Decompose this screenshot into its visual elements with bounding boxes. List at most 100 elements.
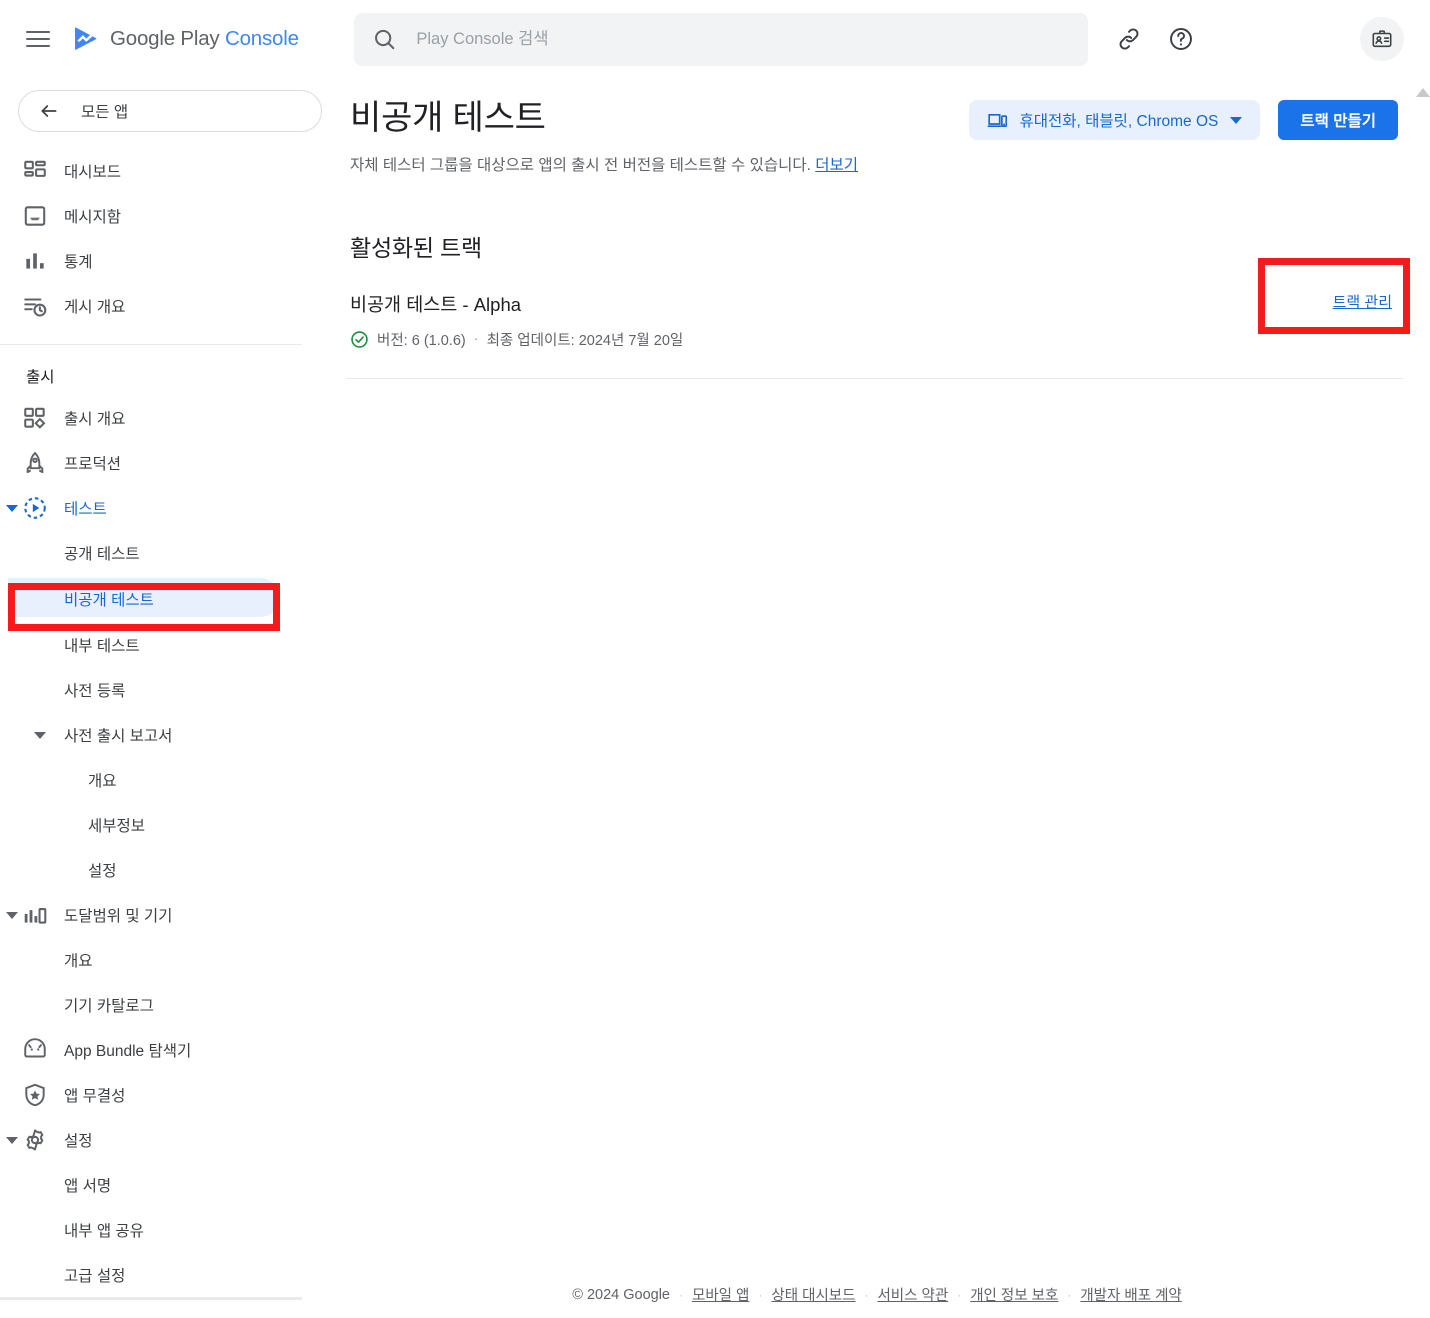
shield-star-icon — [25, 1083, 45, 1106]
sidebar-item-label: 내부 테스트 — [64, 637, 140, 655]
brand-google-play: Google Play — [110, 27, 220, 50]
footer-link-mobile-app[interactable]: 모바일 앱 — [692, 1284, 749, 1305]
sidebar-item-inbox[interactable]: 메시지함 — [0, 193, 340, 238]
brand-text: Google Play Console — [110, 27, 299, 51]
sidebar-item-open-testing[interactable]: 공개 테스트 — [0, 530, 340, 575]
vertical-scrollbar[interactable] — [1414, 78, 1430, 1318]
brand-console: Console — [224, 27, 299, 50]
sidebar-item-label: 내부 앱 공유 — [64, 1222, 144, 1240]
sidebar-item-label: 출시 개요 — [64, 410, 126, 428]
footer-separator: · — [1067, 1287, 1072, 1302]
device-filter-chip[interactable]: 휴대전화, 태블릿, Chrome OS — [968, 100, 1261, 140]
sidebar-item-dashboard[interactable]: 대시보드 — [0, 148, 340, 193]
sidebar-item-label: App Bundle 탐색기 — [64, 1042, 192, 1060]
search-input[interactable] — [416, 29, 1070, 49]
sidebar-item-pre-registration[interactable]: 사전 등록 — [0, 667, 340, 712]
content-divider — [346, 377, 1404, 379]
android-bundle-icon — [24, 1037, 46, 1057]
sidebar-item-plr-overview[interactable]: 개요 — [0, 757, 340, 802]
bar-chart-icon — [26, 252, 44, 269]
search-box[interactable] — [354, 12, 1088, 66]
create-track-button[interactable]: 트랙 만들기 — [1278, 100, 1398, 140]
sidebar-item-publishing-overview[interactable]: 게시 개요 — [0, 283, 340, 328]
page-header: 비공개 테스트 자체 테스터 그룹을 대상으로 앱의 출시 전 버전을 테스트할… — [340, 78, 1414, 175]
device-tablet-icon — [986, 113, 1007, 127]
track-last-update: 최종 업데이트: 2024년 7월 20일 — [486, 332, 684, 349]
sidebar-item-label: 사전 등록 — [64, 682, 126, 700]
sidebar-item-production[interactable]: 프로덕션 — [0, 440, 340, 485]
scroll-up-arrow-icon[interactable] — [1416, 88, 1430, 97]
rocket-icon — [26, 451, 44, 473]
footer-link-status-dashboard[interactable]: 상태 대시보드 — [771, 1284, 855, 1305]
page-subtitle: 자체 테스터 그룹을 대상으로 앱의 출시 전 버전을 테스트할 수 있습니다.… — [350, 153, 1414, 175]
help-circle-icon[interactable] — [1168, 26, 1194, 52]
page-subtitle-text: 자체 테스터 그룹을 대상으로 앱의 출시 전 버전을 테스트할 수 있습니다. — [350, 156, 811, 174]
chevron-down-icon[interactable] — [2, 498, 22, 518]
manage-track-area: 트랙 관리 — [1333, 291, 1392, 312]
sidebar-item-release-overview[interactable]: 출시 개요 — [0, 395, 340, 440]
sidebar-item-settings[interactable]: 설정 — [0, 1117, 340, 1162]
sidebar-item-plr-details[interactable]: 세부정보 — [0, 802, 340, 847]
sidebar-release-list: 출시 개요 프로덕션 테스트 공개 테스트 비공개 테스트 내부 테스트 사전 … — [0, 395, 340, 1297]
sidebar-item-internal-app-sharing[interactable]: 내부 앱 공유 — [0, 1207, 340, 1252]
chevron-down-icon[interactable] — [2, 905, 22, 925]
account-badge-icon — [1372, 30, 1392, 48]
sidebar-item-label: 게시 개요 — [64, 298, 126, 316]
sidebar-item-app-bundle-explorer[interactable]: App Bundle 탐색기 — [0, 1027, 340, 1072]
release-overview-icon — [24, 407, 46, 429]
sidebar-item-label: 통계 — [64, 253, 93, 271]
track-card: 비공개 테스트 - Alpha 버전: 6 (1.0.6) · 최종 업데이트:… — [340, 263, 1414, 350]
chevron-down-icon[interactable] — [2, 1130, 22, 1150]
sidebar-item-closed-testing[interactable]: 비공개 테스트 — [0, 575, 340, 622]
sidebar-section-release-label: 출시 — [26, 369, 55, 386]
sidebar-item-pre-launch-report[interactable]: 사전 출시 보고서 — [0, 712, 340, 757]
sidebar-item-advanced-settings[interactable]: 고급 설정 — [0, 1252, 340, 1297]
check-circle-icon — [351, 331, 368, 348]
footer-link-terms[interactable]: 서비스 약관 — [877, 1284, 948, 1305]
sidebar-item-label: 고급 설정 — [64, 1267, 126, 1285]
search-area — [340, 12, 1116, 66]
chevron-down-icon — [1230, 116, 1243, 124]
sidebar-item-plr-settings[interactable]: 설정 — [0, 847, 340, 892]
footer-link-privacy[interactable]: 개인 정보 보호 — [970, 1284, 1058, 1305]
sidebar-item-testing[interactable]: 테스트 — [0, 485, 340, 530]
sidebar-item-reach-and-devices[interactable]: 도달범위 및 기기 — [0, 892, 340, 937]
learn-more-link[interactable]: 더보기 — [815, 157, 858, 174]
dashboard-icon — [24, 160, 46, 177]
chevron-down-icon[interactable] — [30, 725, 50, 745]
manage-track-link[interactable]: 트랙 관리 — [1333, 294, 1392, 311]
sidebar-item-label: 개요 — [88, 772, 117, 790]
track-version: 버전: 6 (1.0.6) — [377, 332, 466, 349]
sidebar-item-statistics[interactable]: 통계 — [0, 238, 340, 283]
sidebar-item-label: 테스트 — [64, 500, 107, 518]
play-triangle-icon — [75, 27, 97, 50]
sidebar-horizontal-scrollbar[interactable] — [0, 1297, 302, 1300]
sidebar-primary-list: 대시보드 메시지함 통계 게시 개요 — [0, 148, 340, 328]
play-console-page: Google Play Console Play Console 검색 모든 앱… — [0, 0, 1430, 1318]
sidebar-item-device-catalog[interactable]: 기기 카탈로그 — [0, 982, 340, 1027]
hamburger-menu-icon[interactable] — [26, 26, 52, 52]
footer-separator: · — [864, 1287, 869, 1302]
link-icon[interactable] — [1116, 26, 1142, 52]
search-icon — [375, 29, 395, 50]
sidebar-item-label: 비공개 테스트 — [64, 591, 154, 609]
all-apps-button[interactable]: 모든 앱 — [18, 90, 322, 132]
scrollbar-track[interactable] — [1418, 108, 1426, 1288]
sidebar-item-label: 앱 무결성 — [64, 1087, 126, 1105]
sidebar-item-app-signing[interactable]: 앱 서명 — [0, 1162, 340, 1207]
sidebar-item-internal-testing[interactable]: 내부 테스트 — [0, 622, 340, 667]
brand-logo[interactable]: Google Play Console — [72, 25, 299, 53]
sidebar-item-app-integrity[interactable]: 앱 무결성 — [0, 1072, 340, 1117]
sidebar-item-label: 기기 카탈로그 — [64, 997, 154, 1015]
inbox-icon — [24, 205, 46, 226]
account-badge-button[interactable] — [1360, 17, 1404, 61]
sidebar-item-label: 대시보드 — [64, 163, 122, 181]
topbar-brand-area: Google Play Console — [0, 25, 340, 53]
sidebar-item-reach-overview[interactable]: 개요 — [0, 937, 340, 982]
page-footer: © 2024 Google · 모바일 앱 · 상태 대시보드 · 서비스 약관… — [340, 1284, 1414, 1305]
track-metadata: 버전: 6 (1.0.6) · 최종 업데이트: 2024년 7월 20일 — [350, 329, 1414, 350]
sidebar-item-label: 앱 서명 — [64, 1177, 112, 1195]
sidebar-item-label: 메시지함 — [64, 208, 122, 226]
footer-link-developer-agreement[interactable]: 개발자 배포 계약 — [1080, 1284, 1181, 1305]
arrow-back-icon — [41, 105, 57, 117]
